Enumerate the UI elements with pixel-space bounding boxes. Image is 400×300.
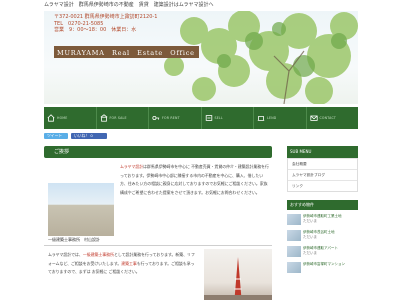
submenu-item-company[interactable]: 会社概要 <box>288 158 357 169</box>
nav-sublabel: HOME <box>57 115 68 120</box>
nav-sell[interactable]: 売りたい SELL <box>88 107 254 260</box>
property-item[interactable]: 伊勢崎市茂呂町土地 ただいま <box>287 230 358 241</box>
site-tagline: ムラヤマ設計 群馬県伊勢崎市の不動産 賃貸 建築設計はムラヤマ設計へ <box>0 0 400 11</box>
submenu-item-links[interactable]: リンク <box>288 180 357 191</box>
facebook-like-button[interactable]: いいね！ 0 <box>71 133 107 139</box>
nav-lend[interactable]: 貸したい LEND <box>88 107 307 260</box>
global-nav: ホーム HOME 売買物件 FOR SALE 賃貸物件 FOR RENT 売りたい SE… <box>44 107 359 261</box>
property-thumbnail <box>287 246 301 257</box>
property-thumbnail <box>287 214 301 225</box>
house-icon <box>100 114 107 122</box>
contact-info: 〒372-0021 群馬県伊勢崎市上諏訪町2120-1 TEL 0270-21-… <box>54 14 157 34</box>
architect-text: ムラヤマ設計では、一級建築士事務所として設計業務を行っております。新築、リフォー… <box>48 251 198 277</box>
nav-for-sale[interactable]: 売買物件 FOR SALE <box>88 107 149 260</box>
greeting-lead: ムラヤマ設計 <box>120 164 144 169</box>
architect-lead: ムラヤマ設計では、 <box>48 252 83 257</box>
nav-for-rent[interactable]: 賃貸物件 FOR RENT <box>88 107 202 260</box>
architect-highlight-1: 一級建築士事務所 <box>82 252 114 257</box>
tower-image <box>204 257 272 300</box>
architect-body: ムラヤマ設計では、一級建築士事務所として設計業務を行っております。新築、リフォー… <box>44 249 272 300</box>
architect-heading: 一級建築士事務所 村山設計 <box>44 236 272 246</box>
property-sub: ただいま <box>303 235 317 239</box>
address-text: 〒372-0021 群馬県伊勢崎市上諏訪町2120-1 <box>54 14 158 20</box>
sell-icon <box>205 115 212 121</box>
submenu-list: 会社概要 ムラヤマ設計ブログ リンク <box>287 158 358 192</box>
tweet-button[interactable]: ツイート <box>44 133 68 139</box>
mail-icon <box>309 115 318 121</box>
property-sub: ただいま <box>303 251 317 255</box>
property-title: 伊勢崎市富塚町マンション <box>303 262 345 266</box>
greeting-text: ムラヤマ設計は群馬県伊勢崎市を中心に 不動産売買・賃貸の仲介・建築設計業務を行っ… <box>120 163 270 197</box>
property-thumbnail <box>287 230 301 241</box>
nav-sublabel: SELL <box>214 115 223 120</box>
nav-sublabel: CONTACT <box>319 115 337 120</box>
social-buttons: ツイート いいね！ 0 <box>44 133 107 139</box>
greeting-section: ムラヤマ設計は群馬県伊勢崎市を中心に 不動産売買・賃貸の仲介・建築設計業務を行っ… <box>44 163 272 236</box>
property-item[interactable]: 伊勢崎市連取アパート ただいま <box>287 246 358 257</box>
recommended-list: 伊勢崎市連取町工業土地 ただいま 伊勢崎市茂呂町土地 ただいま 伊勢崎市連取アパート… <box>287 214 358 273</box>
office-photo <box>48 183 114 236</box>
property-thumbnail <box>287 262 301 273</box>
header-banner: 〒372-0021 群馬県伊勢崎市上諏訪町2120-1 TEL 0270-21-… <box>44 11 358 104</box>
architect-highlight-2: 建築工事 <box>121 260 137 266</box>
submenu-heading: SUB MENU <box>287 146 358 158</box>
home-icon <box>47 114 55 122</box>
architect-section: 一級建築士事務所 村山設計 ムラヤマ設計では、一級建築士事務所として設計業務を行… <box>44 236 272 300</box>
recommended-heading: おすすめ物件 <box>287 200 358 210</box>
property-item[interactable]: 伊勢崎市連取町工業土地 ただいま <box>287 214 358 225</box>
property-item[interactable]: 伊勢崎市富塚町マンション <box>287 262 358 273</box>
nav-home[interactable]: ホーム HOME <box>44 107 106 260</box>
sidebar: SUB MENU 会社概要 ムラヤマ設計ブログ リンク おすすめ物件 伊勢崎市連… <box>287 146 358 278</box>
key-icon <box>152 116 160 120</box>
lend-icon <box>257 116 265 121</box>
nav-sublabel: LEND <box>267 115 277 120</box>
greeting-heading: ご挨拶 <box>44 146 272 158</box>
greeting-contact: お気軽にお問合わせください。 <box>205 189 260 195</box>
main-content: ご挨拶 ムラヤマ設計は群馬県伊勢崎市を中心に 不動産売買・賃貸の仲介・建築設計業… <box>44 146 272 300</box>
site-logo[interactable]: MURAYAMA Real Estate Office <box>54 46 199 58</box>
property-sub: ただいま <box>303 219 317 223</box>
nav-sublabel: FOR SALE <box>109 115 127 120</box>
tower-photo <box>204 249 272 300</box>
nav-sublabel: FOR RENT <box>162 115 180 120</box>
hours-text: 営業 9：00～18：00 休業日：水 <box>54 27 137 33</box>
submenu-item-blog[interactable]: ムラヤマ設計ブログ <box>288 169 357 180</box>
nav-contact[interactable]: お問合せ CONTACT <box>88 107 359 261</box>
